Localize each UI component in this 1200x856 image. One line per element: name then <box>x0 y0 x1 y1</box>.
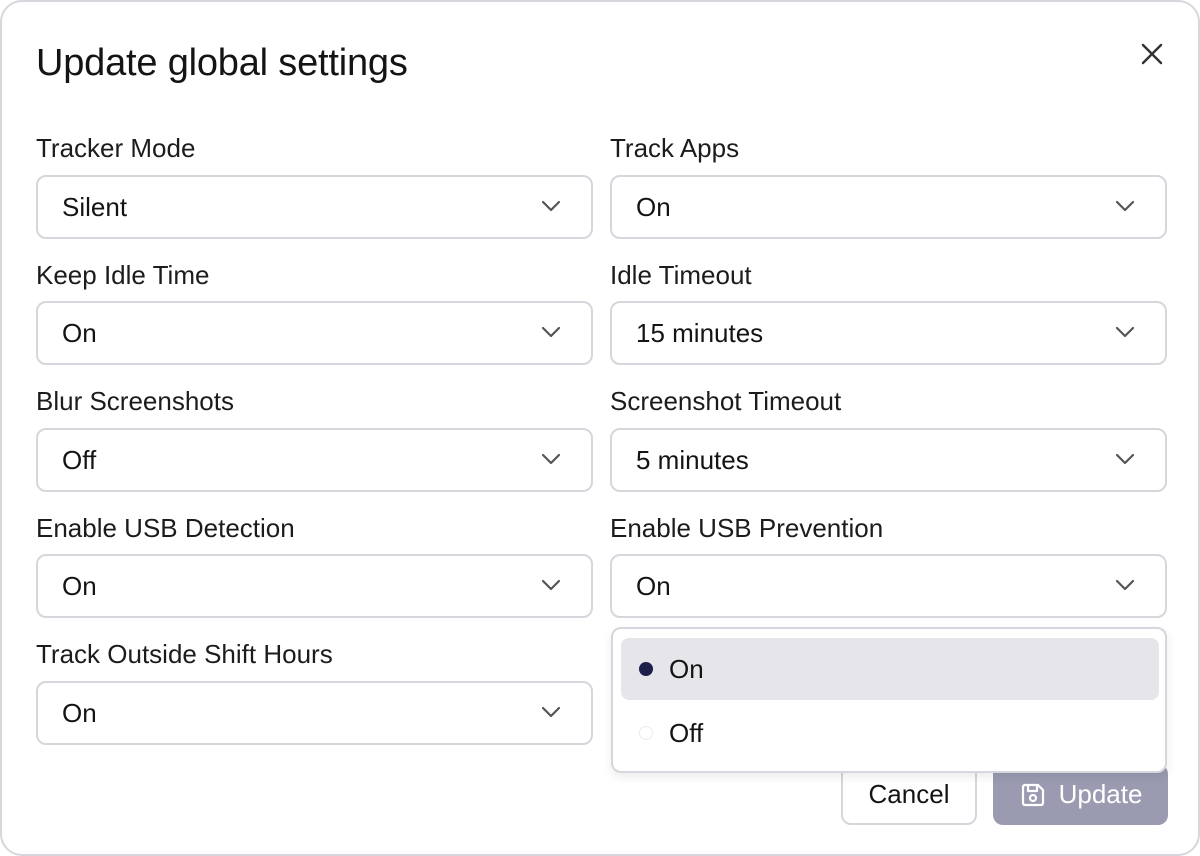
cancel-button[interactable]: Cancel <box>841 764 977 825</box>
screenshot-timeout-value: 5 minutes <box>636 445 749 475</box>
dropdown-option-off[interactable]: Off <box>621 702 1159 764</box>
tracker-mode-label: Tracker Mode <box>36 133 196 163</box>
close-button[interactable] <box>1134 36 1170 72</box>
dropdown-option-on[interactable]: On <box>621 638 1159 700</box>
chevron-down-icon <box>541 579 561 591</box>
usb-prevention-label: Enable USB Prevention <box>610 513 884 543</box>
update-button[interactable]: Update <box>993 764 1168 825</box>
idle-timeout-value: 15 minutes <box>636 318 764 348</box>
unselected-dot-icon <box>639 726 653 740</box>
usb-detection-label: Enable USB Detection <box>36 513 295 543</box>
track-outside-shift-value: On <box>62 698 97 728</box>
save-icon <box>1021 783 1044 806</box>
chevron-down-icon <box>541 706 561 718</box>
update-button-label: Update <box>1058 779 1143 809</box>
track-apps-label: Track Apps <box>610 133 740 163</box>
chevron-down-icon <box>1115 579 1135 591</box>
track-apps-value: On <box>636 192 671 222</box>
close-icon <box>1141 43 1163 65</box>
keep-idle-time-label: Keep Idle Time <box>36 260 210 290</box>
screenshot-timeout-label: Screenshot Timeout <box>610 386 842 416</box>
usb-detection-select[interactable]: On <box>36 554 593 618</box>
tracker-mode-value: Silent <box>62 192 128 222</box>
chevron-down-icon <box>541 200 561 212</box>
chevron-down-icon <box>541 326 561 338</box>
usb-detection-value: On <box>62 571 97 601</box>
blur-screenshots-value: Off <box>62 445 97 475</box>
chevron-down-icon <box>1115 200 1135 212</box>
keep-idle-time-value: On <box>62 318 97 348</box>
usb-prevention-value: On <box>636 571 671 601</box>
dropdown-option-label: On <box>669 654 704 684</box>
blur-screenshots-label: Blur Screenshots <box>36 386 234 416</box>
tracker-mode-select[interactable]: Silent <box>36 175 593 239</box>
blur-screenshots-select[interactable]: Off <box>36 428 593 492</box>
dialog-title: Update global settings <box>36 42 408 84</box>
idle-timeout-label: Idle Timeout <box>610 260 752 290</box>
selected-dot-icon <box>639 662 653 676</box>
track-apps-select[interactable]: On <box>610 175 1167 239</box>
usb-prevention-select[interactable]: On <box>610 554 1167 618</box>
track-outside-shift-select[interactable]: On <box>36 681 593 745</box>
chevron-down-icon <box>1115 453 1135 465</box>
usb-prevention-dropdown-menu: On Off <box>611 627 1167 773</box>
track-outside-shift-label: Track Outside Shift Hours <box>36 639 333 669</box>
keep-idle-time-select[interactable]: On <box>36 301 593 365</box>
idle-timeout-select[interactable]: 15 minutes <box>610 301 1167 365</box>
dropdown-option-label: Off <box>669 718 704 748</box>
screenshot-timeout-select[interactable]: 5 minutes <box>610 428 1167 492</box>
settings-dialog: Update global settings Tracker Mode Sile… <box>0 0 1200 856</box>
chevron-down-icon <box>1115 326 1135 338</box>
chevron-down-icon <box>541 453 561 465</box>
